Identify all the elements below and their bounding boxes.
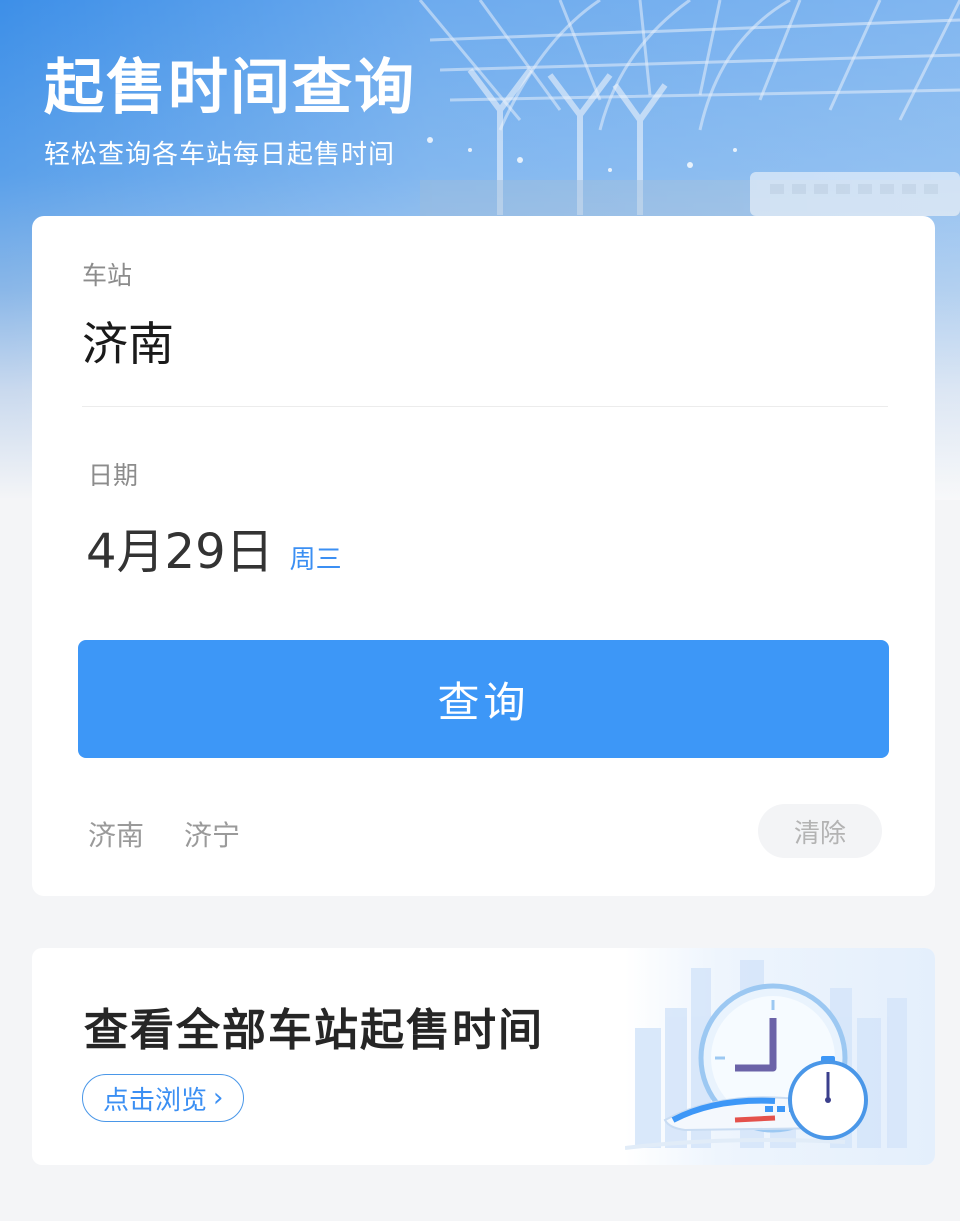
clock-train-illustration	[625, 960, 907, 1150]
chevron-right-icon: ›	[213, 1083, 224, 1113]
browse-label: 点击浏览	[103, 1085, 208, 1116]
date-selector[interactable]: 4月29日 周三	[86, 512, 342, 582]
history-item[interactable]: 济南	[88, 814, 144, 854]
query-card: 车站 济南 日期 4月29日 周三 查询 济南 济宁 清除	[32, 216, 935, 896]
date-label: 日期	[88, 461, 139, 490]
page-subtitle: 轻松查询各车站每日起售时间	[44, 140, 396, 170]
all-stations-banner[interactable]: 查看全部车站起售时间 点击浏览 ›	[32, 948, 935, 1165]
clear-history-button[interactable]: 清除	[758, 804, 882, 858]
history-item[interactable]: 济宁	[184, 814, 240, 854]
browse-button[interactable]: 点击浏览 ›	[82, 1074, 245, 1122]
banner-title: 查看全部车站起售时间	[84, 1005, 544, 1056]
page-title: 起售时间查询	[44, 53, 416, 123]
station-selector[interactable]: 济南	[82, 308, 174, 374]
query-button[interactable]: 查询	[78, 640, 889, 758]
divider	[82, 406, 888, 407]
date-value: 4月29日	[86, 524, 274, 580]
search-history: 济南 济宁	[88, 814, 240, 854]
weekday-label: 周三	[289, 545, 342, 575]
station-label: 车站	[82, 261, 133, 290]
